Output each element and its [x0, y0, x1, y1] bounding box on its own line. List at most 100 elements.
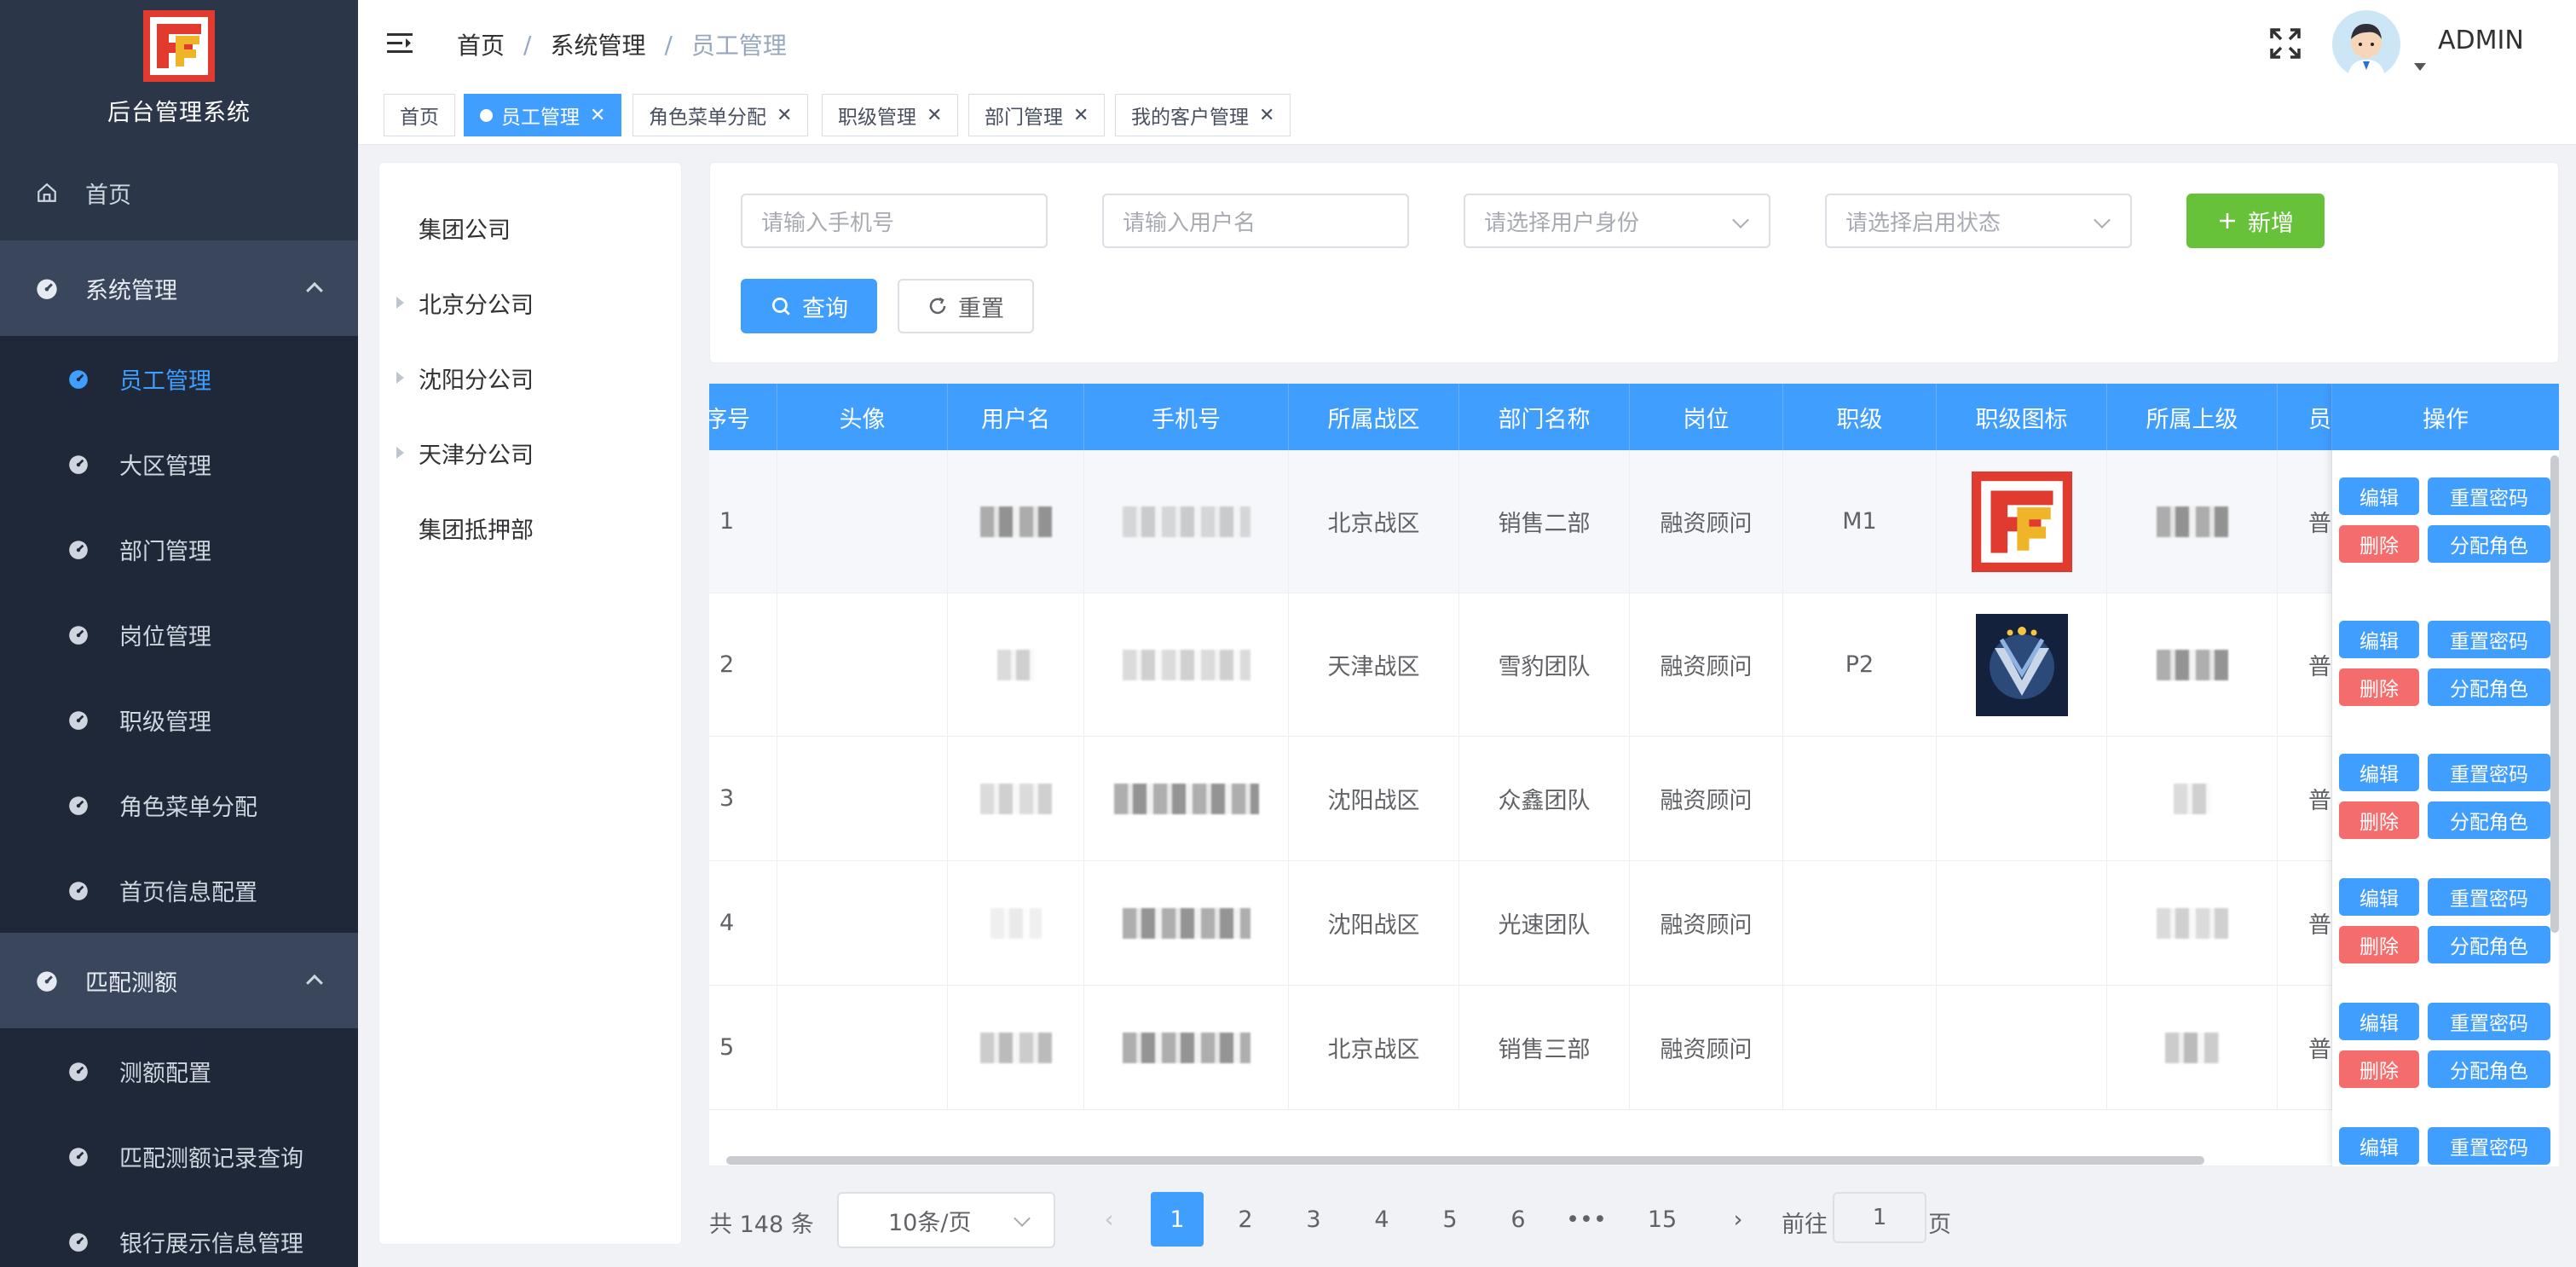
sidebar-item-home-config[interactable]: 首页信息配置 [0, 848, 358, 933]
th-role: 员 [2278, 384, 2332, 450]
edit-button[interactable]: 编辑 [2339, 1127, 2419, 1165]
cell-zone: 沈阳战区 [1289, 737, 1459, 860]
close-icon[interactable]: ✕ [1259, 105, 1274, 126]
sidebar-item-post[interactable]: 岗位管理 [0, 592, 358, 677]
edit-button[interactable]: 编辑 [2339, 621, 2419, 658]
edit-button[interactable]: 编辑 [2339, 754, 2419, 791]
page-button[interactable]: 2 [1219, 1192, 1272, 1247]
close-icon[interactable]: ✕ [927, 105, 942, 126]
tag-rank[interactable]: 职级管理 ✕ [822, 94, 959, 136]
tree-node-beijing[interactable]: 北京分公司 [379, 277, 683, 328]
tree-node-group[interactable]: 集团公司 [379, 202, 683, 253]
tag-home[interactable]: 首页 [384, 94, 455, 136]
identity-placeholder: 请选择用户身份 [1484, 210, 1640, 236]
tree-node-shenyang[interactable]: 沈阳分公司 [379, 352, 683, 403]
avatar[interactable] [2332, 10, 2400, 78]
cell-phone [1084, 593, 1289, 736]
close-icon[interactable]: ✕ [590, 105, 605, 126]
delete-button[interactable]: 删除 [2339, 525, 2419, 563]
tree-node-mortgage[interactable]: 集团抵押部 [379, 502, 683, 553]
home-icon [34, 180, 60, 205]
menu-fold-icon[interactable] [385, 29, 414, 58]
reset-password-button[interactable]: 重置密码 [2428, 621, 2550, 658]
cell-phone [1084, 737, 1289, 860]
sidebar-group-match[interactable]: 匹配测额 [0, 933, 358, 1028]
next-page-button[interactable]: › [1712, 1192, 1765, 1247]
edit-button[interactable]: 编辑 [2339, 878, 2419, 916]
assign-role-button[interactable]: 分配角色 [2428, 525, 2550, 563]
reset-password-button[interactable]: 重置密码 [2428, 1127, 2550, 1165]
submenu-match: 测额配置 匹配测额记录查询 银行展示信息管理 [0, 1028, 358, 1267]
vertical-scrollbar[interactable] [2550, 455, 2559, 933]
sidebar-item-home[interactable]: 首页 [0, 145, 358, 240]
sidebar-item-label: 职级管理 [119, 709, 211, 736]
assign-role-button[interactable]: 分配角色 [2428, 1050, 2550, 1088]
more-pages-button[interactable]: ••• [1560, 1192, 1613, 1247]
reset-password-button[interactable]: 重置密码 [2428, 878, 2550, 916]
sidebar-group-system[interactable]: 系统管理 [0, 240, 358, 336]
username[interactable]: ADMIN [2438, 26, 2524, 55]
breadcrumb-home[interactable]: 首页 [457, 27, 505, 61]
delete-button[interactable]: 删除 [2339, 1050, 2419, 1088]
cell-role: 普 [2278, 861, 2332, 985]
sidebar-item-region[interactable]: 大区管理 [0, 421, 358, 506]
th-ops: 操作 [2332, 384, 2559, 450]
caret-down-icon[interactable] [2414, 63, 2426, 71]
tag-dept[interactable]: 部门管理 ✕ [968, 94, 1106, 136]
page-size-value: 10条/页 [888, 1209, 972, 1236]
page-size-select[interactable]: 10条/页 [837, 1192, 1055, 1248]
prev-page-button[interactable]: ‹ [1083, 1192, 1135, 1247]
reset-password-button[interactable]: 重置密码 [2428, 1003, 2550, 1040]
page-button[interactable]: 1 [1151, 1192, 1204, 1247]
caret-right-icon[interactable] [396, 297, 404, 309]
delete-button[interactable]: 删除 [2339, 668, 2419, 706]
username-input[interactable]: 请输入用户名 [1102, 194, 1409, 248]
tag-employee[interactable]: 员工管理 ✕ [464, 94, 622, 136]
assign-role-button[interactable]: 分配角色 [2428, 801, 2550, 839]
close-icon[interactable]: ✕ [777, 105, 792, 126]
edit-button[interactable]: 编辑 [2339, 477, 2419, 515]
sidebar-item-quota-records[interactable]: 匹配测额记录查询 [0, 1114, 358, 1199]
assign-role-button[interactable]: 分配角色 [2428, 926, 2550, 963]
sidebar-item-role-menu[interactable]: 角色菜单分配 [0, 762, 358, 848]
phone-input[interactable]: 请输入手机号 [741, 194, 1048, 248]
caret-right-icon[interactable] [396, 447, 404, 459]
delete-button[interactable]: 删除 [2339, 926, 2419, 963]
sidebar-item-employee[interactable]: 员工管理 [0, 336, 358, 421]
query-button[interactable]: 查询 [741, 279, 877, 333]
assign-role-button[interactable]: 分配角色 [2428, 668, 2550, 706]
sidebar-item-dept[interactable]: 部门管理 [0, 506, 358, 592]
fullscreen-icon[interactable] [2269, 27, 2302, 60]
status-select[interactable]: 请选择启用状态 [1825, 194, 2132, 248]
tag-role-menu[interactable]: 角色菜单分配 ✕ [632, 94, 809, 136]
cell-role: 普 [2278, 450, 2332, 593]
page-button[interactable]: 3 [1287, 1192, 1340, 1247]
sidebar-item-rank[interactable]: 职级管理 [0, 677, 358, 762]
close-icon[interactable]: ✕ [1073, 105, 1089, 126]
cell-superior [2107, 737, 2278, 860]
reset-password-button[interactable]: 重置密码 [2428, 754, 2550, 791]
add-button[interactable]: 新增 [2186, 194, 2325, 248]
page-button[interactable]: 5 [1424, 1192, 1476, 1247]
redacted-phone [1122, 649, 1250, 680]
horizontal-scrollbar[interactable] [726, 1156, 2204, 1165]
caret-right-icon[interactable] [396, 372, 404, 384]
page-button[interactable]: 4 [1355, 1192, 1408, 1247]
cell-avatar [777, 737, 948, 860]
sidebar-group-label: 匹配测额 [85, 969, 177, 997]
tree-node-tianjin[interactable]: 天津分公司 [379, 427, 683, 478]
reset-password-button[interactable]: 重置密码 [2428, 477, 2550, 515]
page-button[interactable]: 15 [1628, 1192, 1696, 1247]
delete-button[interactable]: 删除 [2339, 801, 2419, 839]
goto-page-input[interactable]: 1 [1833, 1192, 1926, 1243]
page-button[interactable]: 6 [1492, 1192, 1545, 1247]
reset-button[interactable]: 重置 [898, 279, 1034, 333]
table-row: 5 北京战区 销售三部 融资顾问 普 [709, 986, 2559, 1110]
sidebar-item-quota-config[interactable]: 测额配置 [0, 1028, 358, 1114]
edit-button[interactable]: 编辑 [2339, 1003, 2419, 1040]
identity-select[interactable]: 请选择用户身份 [1464, 194, 1770, 248]
sidebar-item-bank-info[interactable]: 银行展示信息管理 [0, 1199, 358, 1267]
breadcrumb-system[interactable]: 系统管理 [550, 27, 645, 61]
tags-view: 首页 员工管理 ✕ 角色菜单分配 ✕ 职级管理 ✕ 部门管理 ✕ 我的客户管理 ✕ [358, 89, 2576, 145]
tag-my-customers[interactable]: 我的客户管理 ✕ [1115, 94, 1291, 136]
